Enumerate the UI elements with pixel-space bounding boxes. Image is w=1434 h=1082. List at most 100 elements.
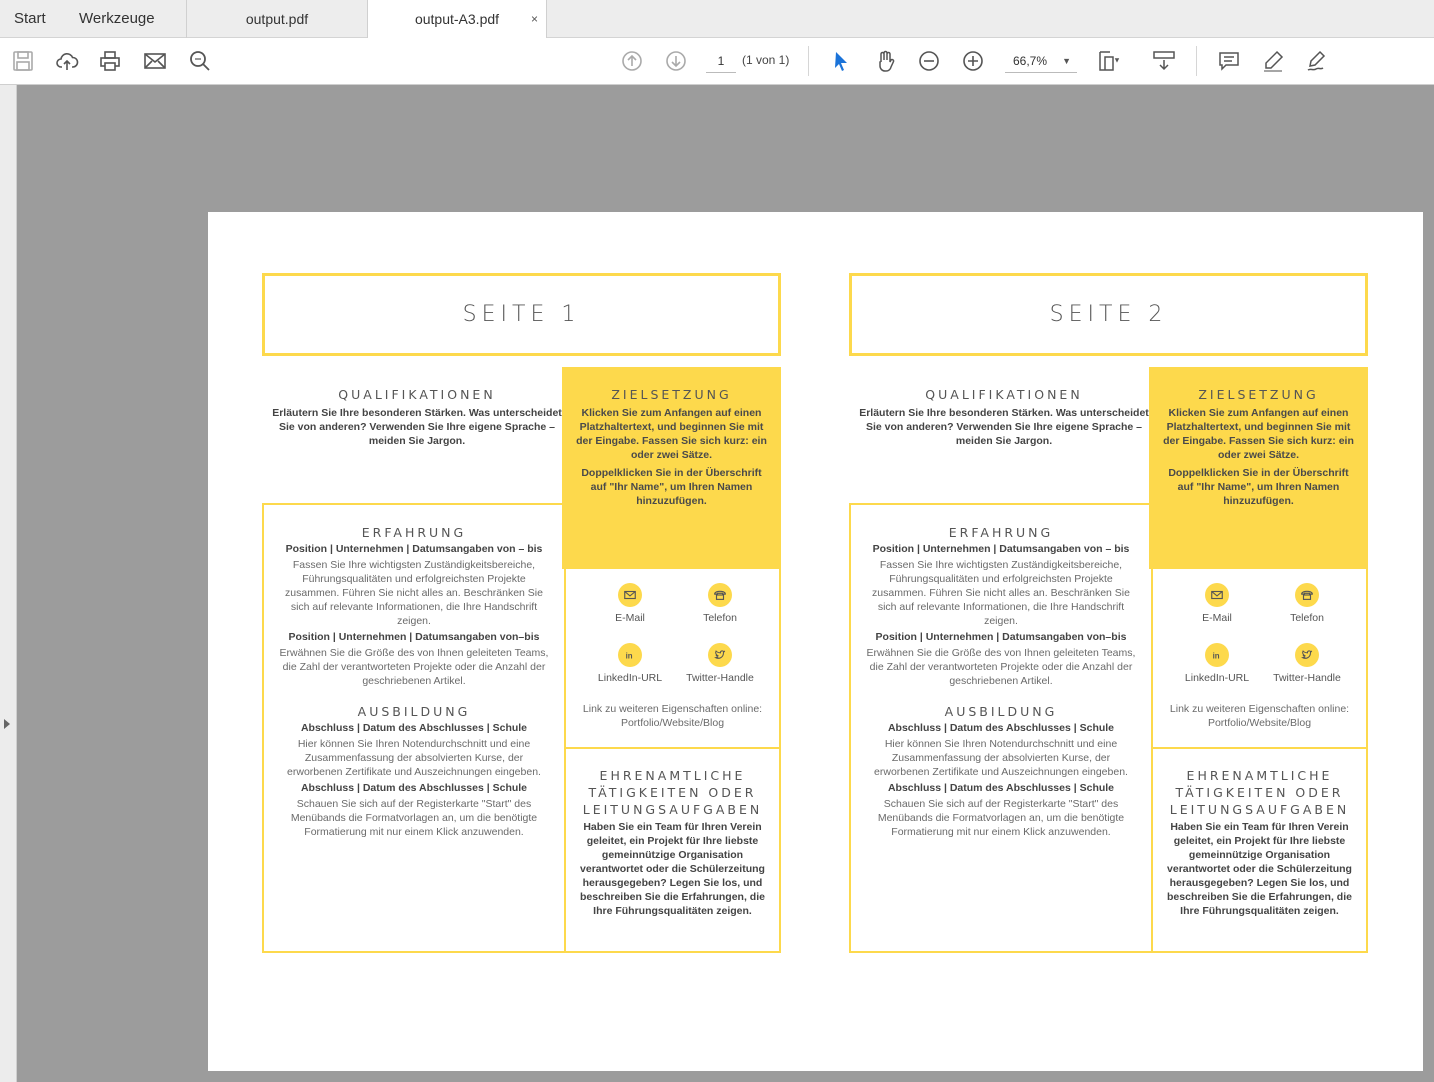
tab-output-pdf[interactable]: output.pdf xyxy=(186,0,367,38)
cloud-upload-icon[interactable] xyxy=(54,48,80,74)
qualifications-section: QUALIFIKATIONEN Erläutern Sie Ihre beson… xyxy=(272,387,562,448)
contact-twitter[interactable]: Twitter-Handle xyxy=(670,643,770,684)
page-title[interactable]: SEITE 1 xyxy=(463,302,581,327)
experience-text-1[interactable]: Fassen Sie Ihre wichtigsten Zuständigkei… xyxy=(865,558,1137,628)
pdf-page: SEITE 1 QUALIFIKATIONEN Erläutern Sie Ih… xyxy=(208,212,1423,1071)
experience-heading: ERFAHRUNG xyxy=(948,525,1054,540)
expand-arrow-icon[interactable] xyxy=(4,719,10,729)
volunteer-heading: EHRENAMTLICHE TÄTIGKEITEN ODER LEITUNGSA… xyxy=(582,768,763,817)
page-down-icon[interactable] xyxy=(663,48,689,74)
education-text-1[interactable]: Hier können Sie Ihren Notendurchschnitt … xyxy=(278,737,550,779)
toolbar: (1 von 1) 66,7% ▼ xyxy=(0,38,1434,85)
education-degree-1[interactable]: Abschluss | Datum des Abschlusses | Schu… xyxy=(278,721,550,735)
phone-icon xyxy=(708,583,732,607)
contact-section: E-Mail Telefon in LinkedIn-URL Twitter-H… xyxy=(564,569,781,749)
contact-link-text[interactable]: Link zu weiteren Eigenschaften online: P… xyxy=(566,702,779,730)
sign-icon[interactable] xyxy=(1304,48,1330,74)
tab-output-a3-pdf[interactable]: output-A3.pdf × xyxy=(367,0,547,39)
contact-twitter-label: Twitter-Handle xyxy=(1273,672,1341,684)
contact-email[interactable]: E-Mail xyxy=(1167,583,1267,624)
resume-page-2: SEITE 2 QUALIFIKATIONEN Erläutern Sie Ih… xyxy=(849,212,1369,1071)
linkedin-icon: in xyxy=(1205,643,1229,667)
experience-section: ERFAHRUNG Position | Unternehmen | Datum… xyxy=(849,503,1151,953)
experience-position-1[interactable]: Position | Unternehmen | Datumsangaben v… xyxy=(278,542,550,556)
experience-position-1[interactable]: Position | Unternehmen | Datumsangaben v… xyxy=(865,542,1137,556)
page-up-icon[interactable] xyxy=(619,48,645,74)
experience-text-2[interactable]: Erwähnen Sie die Größe des von Ihnen gel… xyxy=(278,646,550,688)
hand-icon[interactable] xyxy=(872,48,898,74)
page-fit-icon[interactable] xyxy=(1096,48,1122,74)
volunteer-text[interactable]: Haben Sie ein Team für Ihren Verein gele… xyxy=(576,820,769,918)
contact-email[interactable]: E-Mail xyxy=(580,583,680,624)
objective-hint[interactable]: Doppelklicken Sie in der Überschrift auf… xyxy=(576,466,767,508)
page-number-input[interactable] xyxy=(706,49,736,73)
objective-heading: ZIELSETZUNG xyxy=(611,387,732,402)
contact-section: E-Mail Telefon in LinkedIn-URL Twitter-H… xyxy=(1151,569,1368,749)
linkedin-icon: in xyxy=(618,643,642,667)
experience-position-2[interactable]: Position | Unternehmen | Datumsangaben v… xyxy=(865,630,1137,644)
close-tab-icon[interactable]: × xyxy=(531,0,538,38)
tab-label: output-A3.pdf xyxy=(414,11,500,27)
comment-icon[interactable] xyxy=(1216,48,1242,74)
tab-bar: Start Werkzeuge output.pdf output-A3.pdf… xyxy=(0,0,1434,39)
highlight-pen-icon[interactable] xyxy=(1260,48,1286,74)
print-icon[interactable] xyxy=(97,48,123,74)
email-icon xyxy=(1205,583,1229,607)
email-icon xyxy=(618,583,642,607)
objective-text[interactable]: Klicken Sie zum Anfangen auf einen Platz… xyxy=(1163,406,1354,462)
volunteer-text[interactable]: Haben Sie ein Team für Ihren Verein gele… xyxy=(1163,820,1356,918)
contact-linkedin[interactable]: in LinkedIn-URL xyxy=(580,643,680,684)
contact-linkedin[interactable]: in LinkedIn-URL xyxy=(1167,643,1267,684)
objective-heading: ZIELSETZUNG xyxy=(1198,387,1319,402)
objective-section: ZIELSETZUNG Klicken Sie zum Anfangen auf… xyxy=(562,367,781,569)
experience-position-2[interactable]: Position | Unternehmen | Datumsangaben v… xyxy=(278,630,550,644)
zoom-select[interactable]: 66,7% ▼ xyxy=(1005,49,1077,73)
zoom-out-icon[interactable] xyxy=(916,48,942,74)
qualifications-text[interactable]: Erläutern Sie Ihre besonderen Stärken. W… xyxy=(859,406,1149,448)
contact-link-text[interactable]: Link zu weiteren Eigenschaften online: P… xyxy=(1153,702,1366,730)
volunteer-section: EHRENAMTLICHE TÄTIGKEITEN ODER LEITUNGSA… xyxy=(564,747,781,953)
experience-section: ERFAHRUNG Position | Unternehmen | Datum… xyxy=(262,503,564,953)
scroll-mode-icon[interactable] xyxy=(1151,48,1177,74)
contact-email-label: E-Mail xyxy=(1202,612,1232,624)
objective-text[interactable]: Klicken Sie zum Anfangen auf einen Platz… xyxy=(576,406,767,462)
contact-twitter[interactable]: Twitter-Handle xyxy=(1257,643,1357,684)
toolbar-divider xyxy=(808,46,809,76)
twitter-icon xyxy=(1295,643,1319,667)
resume-page-1: SEITE 1 QUALIFIKATIONEN Erläutern Sie Ih… xyxy=(262,212,782,1071)
toolbar-divider xyxy=(1196,46,1197,76)
left-panel-toggle[interactable] xyxy=(0,85,17,1082)
mail-icon[interactable] xyxy=(142,48,168,74)
qualifications-section: QUALIFIKATIONEN Erläutern Sie Ihre beson… xyxy=(859,387,1149,448)
objective-hint[interactable]: Doppelklicken Sie in der Überschrift auf… xyxy=(1163,466,1354,508)
qualifications-heading: QUALIFIKATIONEN xyxy=(338,387,496,402)
chevron-down-icon: ▼ xyxy=(1062,56,1071,66)
education-degree-2[interactable]: Abschluss | Datum des Abschlusses | Schu… xyxy=(278,781,550,795)
phone-icon xyxy=(1295,583,1319,607)
education-text-2[interactable]: Schauen Sie sich auf der Registerkarte "… xyxy=(865,797,1137,839)
education-text-2[interactable]: Schauen Sie sich auf der Registerkarte "… xyxy=(278,797,550,839)
contact-linkedin-label: LinkedIn-URL xyxy=(1184,672,1250,684)
zoom-search-icon[interactable] xyxy=(187,48,213,74)
page-title[interactable]: SEITE 2 xyxy=(1050,302,1168,327)
tab-tools[interactable]: Werkzeuge xyxy=(79,0,155,38)
select-arrow-icon[interactable] xyxy=(828,48,854,74)
education-degree-1[interactable]: Abschluss | Datum des Abschlusses | Schu… xyxy=(865,721,1137,735)
objective-section: ZIELSETZUNG Klicken Sie zum Anfangen auf… xyxy=(1149,367,1368,569)
experience-heading: ERFAHRUNG xyxy=(361,525,467,540)
save-icon[interactable] xyxy=(10,48,36,74)
contact-phone[interactable]: Telefon xyxy=(1257,583,1357,624)
education-degree-2[interactable]: Abschluss | Datum des Abschlusses | Schu… xyxy=(865,781,1137,795)
svg-text:in: in xyxy=(1213,652,1220,661)
experience-text-1[interactable]: Fassen Sie Ihre wichtigsten Zuständigkei… xyxy=(278,558,550,628)
qualifications-text[interactable]: Erläutern Sie Ihre besonderen Stärken. W… xyxy=(272,406,562,448)
page-count: (1 von 1) xyxy=(742,53,790,67)
education-text-1[interactable]: Hier können Sie Ihren Notendurchschnitt … xyxy=(865,737,1137,779)
experience-text-2[interactable]: Erwähnen Sie die Größe des von Ihnen gel… xyxy=(865,646,1137,688)
contact-phone-label: Telefon xyxy=(1290,612,1324,624)
contact-phone-label: Telefon xyxy=(703,612,737,624)
contact-phone[interactable]: Telefon xyxy=(670,583,770,624)
zoom-in-icon[interactable] xyxy=(960,48,986,74)
tab-start[interactable]: Start xyxy=(14,0,46,38)
twitter-icon xyxy=(708,643,732,667)
